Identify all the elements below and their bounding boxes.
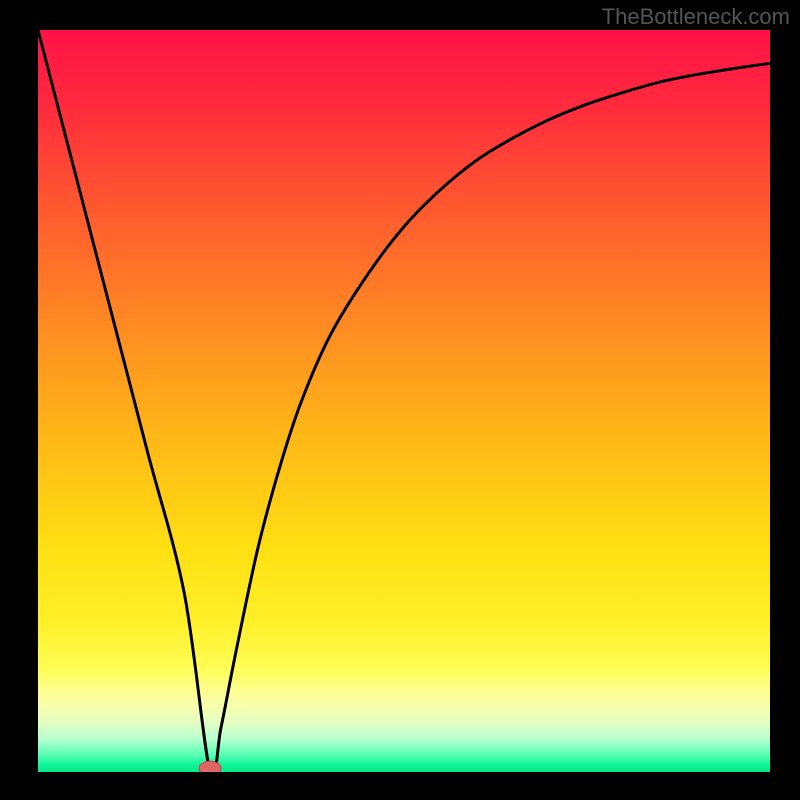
chart-frame: TheBottleneck.com (0, 0, 800, 800)
plot-area (38, 30, 770, 772)
attribution-text: TheBottleneck.com (602, 4, 790, 30)
bottleneck-plot (38, 30, 770, 772)
optimal-point-marker (199, 761, 221, 772)
gradient-background (38, 30, 770, 772)
